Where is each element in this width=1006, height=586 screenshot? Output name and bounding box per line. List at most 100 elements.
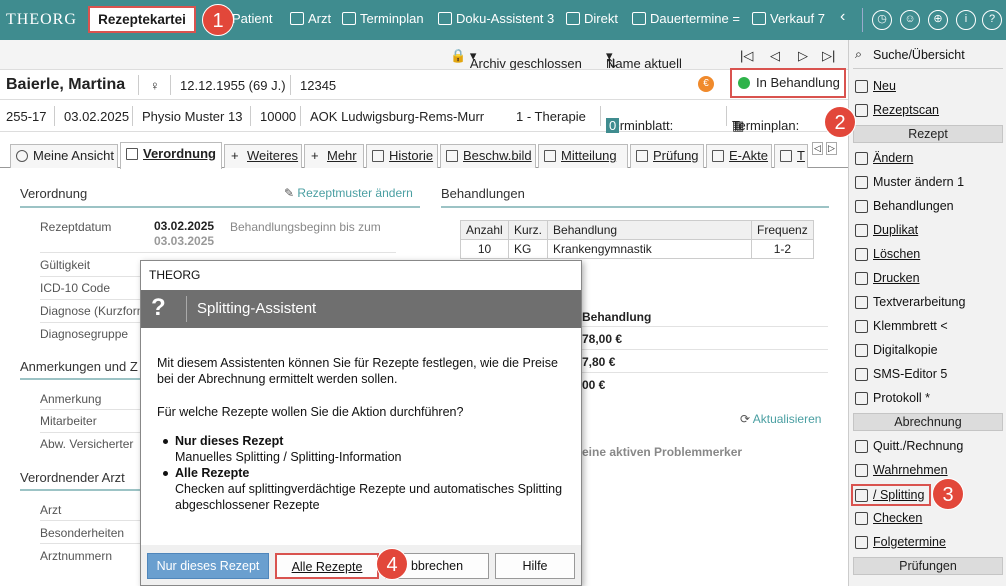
hilfe-button[interactable]: Hilfe xyxy=(495,553,575,579)
next-record-icon[interactable]: ▷ xyxy=(798,48,808,64)
user-icon[interactable]: ☺ xyxy=(900,10,920,30)
sidebar-neu[interactable]: Neu xyxy=(853,79,896,93)
field-anmerkung: Anmerkung xyxy=(40,392,102,406)
log-icon xyxy=(855,392,868,405)
print-icon xyxy=(855,272,868,285)
beginn-label: Behandlungsbeginn bis zum xyxy=(230,220,381,234)
prescription-info-row: 255-17 03.02.2025 Physio Muster 13 10000… xyxy=(0,100,848,133)
perceive-icon xyxy=(855,464,868,477)
duplicate-icon xyxy=(855,224,868,237)
last-record-icon[interactable]: ▷| xyxy=(822,48,835,64)
first-record-icon[interactable]: |◁ xyxy=(740,48,753,64)
rx-number: 255-17 xyxy=(6,109,47,124)
patient-name: Baierle, Martina xyxy=(6,76,126,93)
sidebar-quitt-rechnung[interactable]: Quitt./Rechnung xyxy=(853,439,963,453)
tab-beschwbild[interactable]: Beschw.bild xyxy=(440,144,536,168)
table-row[interactable]: 10 KG Krankengymnastik 1-2 xyxy=(460,239,814,259)
nav-doku-assistent[interactable]: Doku-Assistent 3 xyxy=(438,11,554,26)
nav-terminplan[interactable]: Terminplan xyxy=(342,11,424,26)
behandlungen-table: Anzahl Kurz. Behandlung Frequenz 10 KG K… xyxy=(460,220,814,259)
sort-dropdown[interactable]: ⇅ Name aktuell ▾ xyxy=(606,48,682,71)
alle-rezepte-button[interactable]: Alle Rezepte xyxy=(275,553,379,579)
sidebar-muster-aendern[interactable]: Muster ändern 1 xyxy=(853,175,964,189)
euro-icon[interactable]: € xyxy=(698,76,714,92)
price-3: 00 € xyxy=(582,378,606,392)
sidebar-wahrnehmen[interactable]: Wahrnehmen xyxy=(853,463,948,477)
chevron-left-icon[interactable]: ‹ xyxy=(840,8,845,26)
tab-mitteilung[interactable]: Mitteilung xyxy=(538,144,628,168)
col-anzahl: Anzahl xyxy=(460,220,509,240)
aktualisieren-link[interactable]: ⟳ Aktualisieren xyxy=(740,412,821,426)
nur-dieses-rezept-button[interactable]: Nur dieses Rezept xyxy=(147,553,269,579)
sidebar-klemmbrett[interactable]: Klemmbrett < xyxy=(853,319,948,333)
step-badge-3: 3 xyxy=(932,478,964,510)
sidebar-aendern[interactable]: Ändern xyxy=(853,151,913,165)
treatments-icon xyxy=(855,200,868,213)
field-diagnose: Diagnose (Kurzform xyxy=(40,304,147,318)
field-gueltigkeit: Gültigkeit xyxy=(40,258,91,272)
sidebar-folgetermine[interactable]: Folgetermine xyxy=(853,535,946,549)
dialog-header-title: Splitting-Assistent xyxy=(197,300,317,317)
sidebar-duplikat[interactable]: Duplikat xyxy=(853,223,918,237)
nav-arzt[interactable]: Arzt xyxy=(290,11,331,26)
step-badge-2: 2 xyxy=(824,106,856,138)
tab-meine-ansicht[interactable]: Meine Ansicht xyxy=(10,144,118,168)
nav-dauertermine[interactable]: Dauertermine = xyxy=(632,11,740,26)
pencil-icon: ✎ xyxy=(284,186,295,200)
help-icon[interactable]: ? xyxy=(982,10,1002,30)
sidebar-drucken[interactable]: Drucken xyxy=(853,271,920,285)
support-icon[interactable]: ⊕ xyxy=(928,10,948,30)
direct-icon xyxy=(566,12,580,25)
history-icon[interactable]: ◷ xyxy=(872,10,892,30)
tab-weiteres[interactable]: + Weiteres xyxy=(224,144,302,168)
sidebar-digitalkopie[interactable]: Digitalkopie xyxy=(853,343,938,357)
search-overview[interactable]: ⌕ Suche/Übersicht xyxy=(853,47,965,62)
sidebar-checken[interactable]: Checken xyxy=(853,511,922,525)
edit-icon xyxy=(855,152,868,165)
right-sidebar: ⌕ Suche/Übersicht Neu Rezeptscan Rezept Ä… xyxy=(848,40,1006,586)
anmerkungen-title: Anmerkungen und Z xyxy=(20,359,138,374)
cart-icon xyxy=(752,12,766,25)
tab-pruefung[interactable]: Prüfung xyxy=(630,144,704,168)
nav-verkauf[interactable]: Verkauf 7 xyxy=(752,11,825,26)
sidebar-rezeptscan[interactable]: Rezeptscan xyxy=(853,103,939,117)
plus-icon: + xyxy=(231,148,239,163)
rezeptmuster-aendern-link[interactable]: ✎ Rezeptmuster ändern xyxy=(284,186,413,200)
tab-historie[interactable]: Historie xyxy=(366,144,438,168)
tab-verordnung[interactable]: Verordnung xyxy=(120,142,222,169)
field-abw-versicherter: Abw. Versicherter xyxy=(40,437,134,451)
nav-direkt[interactable]: Direkt xyxy=(566,11,618,26)
sidebar-splitting[interactable]: / Splitting xyxy=(851,484,931,506)
search-icon: ⌕ xyxy=(855,47,863,61)
sidebar-textverarbeitung[interactable]: Textverarbeitung xyxy=(853,295,965,309)
tab-t[interactable]: T xyxy=(774,144,808,168)
sidebar-loeschen[interactable]: Löschen xyxy=(853,247,920,261)
arzt-title: Verordnender Arzt xyxy=(20,470,125,485)
tab-scroll-left-icon[interactable]: ◁ xyxy=(812,142,823,155)
pruefungen-section-header: Prüfungen xyxy=(853,557,1003,575)
info-icon[interactable]: i xyxy=(956,10,976,30)
tab-mehr[interactable]: + Mehr xyxy=(304,144,364,168)
status-in-behandlung[interactable]: In Behandlung xyxy=(730,68,846,98)
rezept-section-header: Rezept xyxy=(853,125,1003,143)
splitting-icon xyxy=(855,489,868,502)
text-icon xyxy=(855,296,868,309)
step-badge-4: 4 xyxy=(376,548,408,580)
nav-patient[interactable]: Patient xyxy=(232,11,272,26)
doc-icon xyxy=(780,150,792,162)
folder-icon xyxy=(712,150,724,162)
rezeptekartei-tab[interactable]: Rezeptekartei xyxy=(88,6,196,33)
prev-record-icon[interactable]: ◁ xyxy=(770,48,780,64)
sidebar-sms-editor[interactable]: SMS-Editor 5 xyxy=(853,367,947,381)
sidebar-behandlungen[interactable]: Behandlungen xyxy=(853,199,954,213)
tab-scroll-right-icon[interactable]: ▷ xyxy=(826,142,837,155)
option-this-rezept: Nur dieses Rezept Manuelles Splitting / S… xyxy=(163,433,565,465)
followup-icon xyxy=(855,536,868,549)
tab-eakte[interactable]: E-Akte xyxy=(706,144,772,168)
col-kurz: Kurz. xyxy=(507,220,549,240)
field-arzt: Arzt xyxy=(40,503,62,517)
sidebar-protokoll[interactable]: Protokoll * xyxy=(853,391,930,405)
archiv-dropdown[interactable]: 🔒 Archiv geschlossen ▾ xyxy=(450,48,582,71)
prescription-icon xyxy=(126,148,138,160)
price-1: 78,00 € xyxy=(582,332,623,346)
